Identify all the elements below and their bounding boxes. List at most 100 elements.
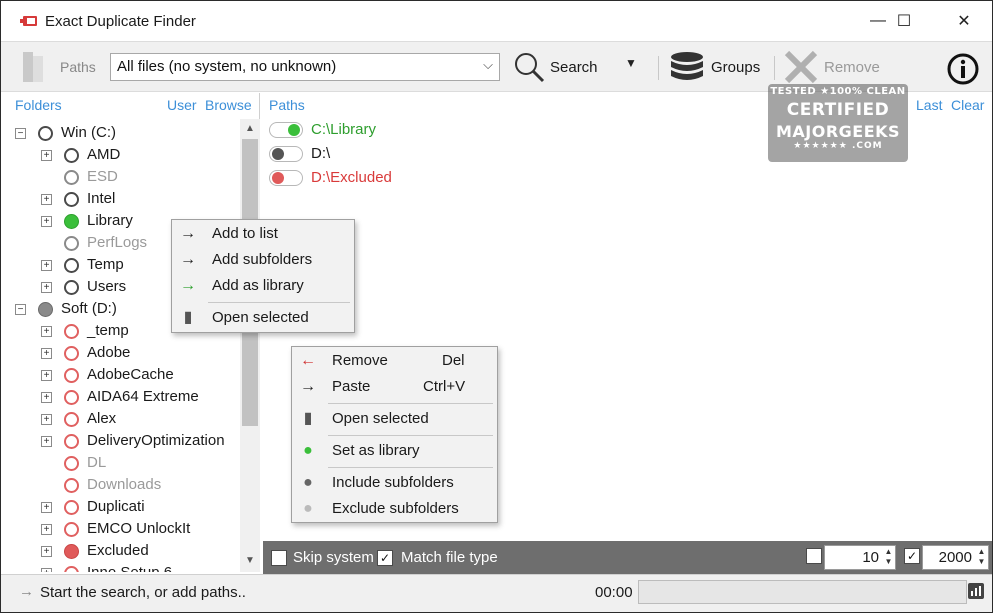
folder-status-icon[interactable] (64, 214, 79, 229)
statistics-icon[interactable] (968, 583, 984, 599)
folder-status-icon[interactable] (64, 566, 79, 572)
folder-status-icon[interactable] (64, 258, 79, 273)
folder-status-icon[interactable] (64, 478, 79, 493)
menu-item-set-as-library[interactable]: ● Set as library (292, 438, 497, 464)
maximize-button[interactable]: ☐ (881, 1, 927, 41)
folder-tree-scrollbar[interactable]: ▲ ▼ (240, 119, 260, 572)
collapse-icon[interactable]: − (15, 128, 26, 139)
expand-icon[interactable]: + (41, 282, 52, 293)
folder-status-icon[interactable] (64, 346, 79, 361)
tree-item[interactable]: + Duplicati (9, 497, 241, 519)
expand-icon[interactable]: + (41, 546, 52, 557)
tree-item[interactable]: Downloads (9, 475, 241, 497)
expand-icon[interactable]: + (41, 502, 52, 513)
folder-status-icon[interactable] (64, 500, 79, 515)
menu-item-add-to-list[interactable]: → Add to list (172, 221, 354, 247)
menu-item-exclude-subfolders[interactable]: ● Exclude subfolders (292, 496, 497, 522)
folder-status-icon[interactable] (64, 236, 79, 251)
menu-item-include-subfolders[interactable]: ● Include subfolders (292, 470, 497, 496)
folder-status-icon[interactable] (64, 522, 79, 537)
max-size-checkbox[interactable]: ✓ (904, 548, 920, 564)
menu-item-paste[interactable]: → Paste Ctrl+V (292, 374, 497, 400)
path-row[interactable]: D:\ (269, 143, 669, 165)
path-toggle[interactable] (269, 170, 303, 186)
tree-item[interactable]: + Intel (9, 189, 241, 211)
menu-item-add-subfolders[interactable]: → Add subfolders (172, 247, 354, 273)
stepper-arrows-icon[interactable]: ▲ ▼ (976, 547, 987, 567)
watermark-line1: TESTED ★100% CLEAN (770, 86, 906, 97)
progress-bar (638, 580, 967, 604)
paths-button-label[interactable]: Paths (60, 59, 96, 75)
skip-system-checkbox[interactable] (271, 550, 287, 566)
expand-icon[interactable]: + (41, 524, 52, 535)
tree-item[interactable]: + Excluded (9, 541, 241, 563)
tree-item[interactable]: − Win (C:) (9, 123, 241, 145)
path-toggle[interactable] (269, 122, 303, 138)
path-row[interactable]: C:\Library (269, 119, 669, 141)
tree-item[interactable]: DL (9, 453, 241, 475)
search-dropdown-icon[interactable]: ▼ (625, 56, 637, 70)
tree-item[interactable]: + Inno Setup 6 (9, 563, 241, 572)
tree-item[interactable]: + AIDA64 Extreme (9, 387, 241, 409)
expand-icon[interactable]: + (41, 150, 52, 161)
stepper-arrows-icon[interactable]: ▲ ▼ (883, 547, 894, 567)
tree-item-label: AMD (87, 146, 121, 163)
tree-item[interactable]: + EMCO UnlockIt (9, 519, 241, 541)
file-filter-select[interactable]: All files (no system, no unknown) ⌵ (110, 53, 500, 81)
path-row[interactable]: D:\Excluded (269, 167, 669, 189)
folder-status-icon[interactable] (64, 434, 79, 449)
scroll-up-icon[interactable]: ▲ (245, 123, 255, 134)
expand-icon[interactable]: + (41, 326, 52, 337)
folder-status-icon[interactable] (64, 192, 79, 207)
folder-status-icon[interactable] (64, 324, 79, 339)
min-size-checkbox[interactable] (806, 548, 822, 564)
collapse-icon[interactable]: − (15, 304, 26, 315)
tree-item[interactable]: ESD (9, 167, 241, 189)
folder-tree[interactable]: − Win (C:) + AMD ESD + Intel + Library PerfLogs + T… (9, 119, 241, 572)
info-icon[interactable] (946, 52, 980, 86)
menu-item-open-selected[interactable]: ▮ Open selected (172, 305, 354, 331)
browse-link[interactable]: Browse (205, 97, 252, 113)
tree-item[interactable]: + DeliveryOptimization (9, 431, 241, 453)
expand-icon[interactable]: + (41, 568, 52, 572)
user-link[interactable]: User (167, 97, 197, 113)
folder-status-icon[interactable] (64, 412, 79, 427)
tree-item[interactable]: + Alex (9, 409, 241, 431)
clear-link[interactable]: Clear (951, 97, 984, 113)
folder-status-icon[interactable] (64, 544, 79, 559)
search-button[interactable]: Search (512, 50, 612, 84)
expand-icon[interactable]: + (41, 414, 52, 425)
remove-button[interactable]: Remove (783, 50, 893, 84)
menu-item-open-selected[interactable]: ▮ Open selected (292, 406, 497, 432)
paths-icon[interactable] (21, 50, 47, 84)
folder-status-icon[interactable] (64, 390, 79, 405)
expand-icon[interactable]: + (41, 194, 52, 205)
folder-status-icon[interactable] (38, 302, 53, 317)
path-toggle[interactable] (269, 146, 303, 162)
match-file-type-checkbox[interactable]: ✓ (377, 550, 393, 566)
close-button[interactable]: ✕ (941, 1, 987, 41)
tree-item[interactable]: + Adobe (9, 343, 241, 365)
last-link[interactable]: Last (916, 97, 942, 113)
expand-icon[interactable]: + (41, 392, 52, 403)
tree-item[interactable]: + AMD (9, 145, 241, 167)
tree-item[interactable]: + AdobeCache (9, 365, 241, 387)
folder-status-icon[interactable] (64, 280, 79, 295)
folder-status-icon[interactable] (64, 368, 79, 383)
folder-status-icon[interactable] (38, 126, 53, 141)
menu-item-add-as-library[interactable]: → Add as library (172, 273, 354, 299)
folder-status-icon[interactable] (64, 170, 79, 185)
max-size-stepper[interactable]: 2000 ▲ ▼ (922, 545, 989, 570)
menu-item-remove[interactable]: ← Remove Del (292, 348, 497, 374)
min-size-stepper[interactable]: 10 ▲ ▼ (824, 545, 896, 570)
expand-icon[interactable]: + (41, 260, 52, 271)
folder-status-icon[interactable] (64, 456, 79, 471)
groups-button[interactable]: Groups (669, 50, 769, 84)
expand-icon[interactable]: + (41, 436, 52, 447)
expand-icon[interactable]: + (41, 216, 52, 227)
expand-icon[interactable]: + (41, 370, 52, 381)
title-bar[interactable]: Exact Duplicate Finder — ☐ ✕ (1, 1, 992, 41)
folder-status-icon[interactable] (64, 148, 79, 163)
scroll-down-icon[interactable]: ▼ (245, 555, 255, 566)
expand-icon[interactable]: + (41, 348, 52, 359)
